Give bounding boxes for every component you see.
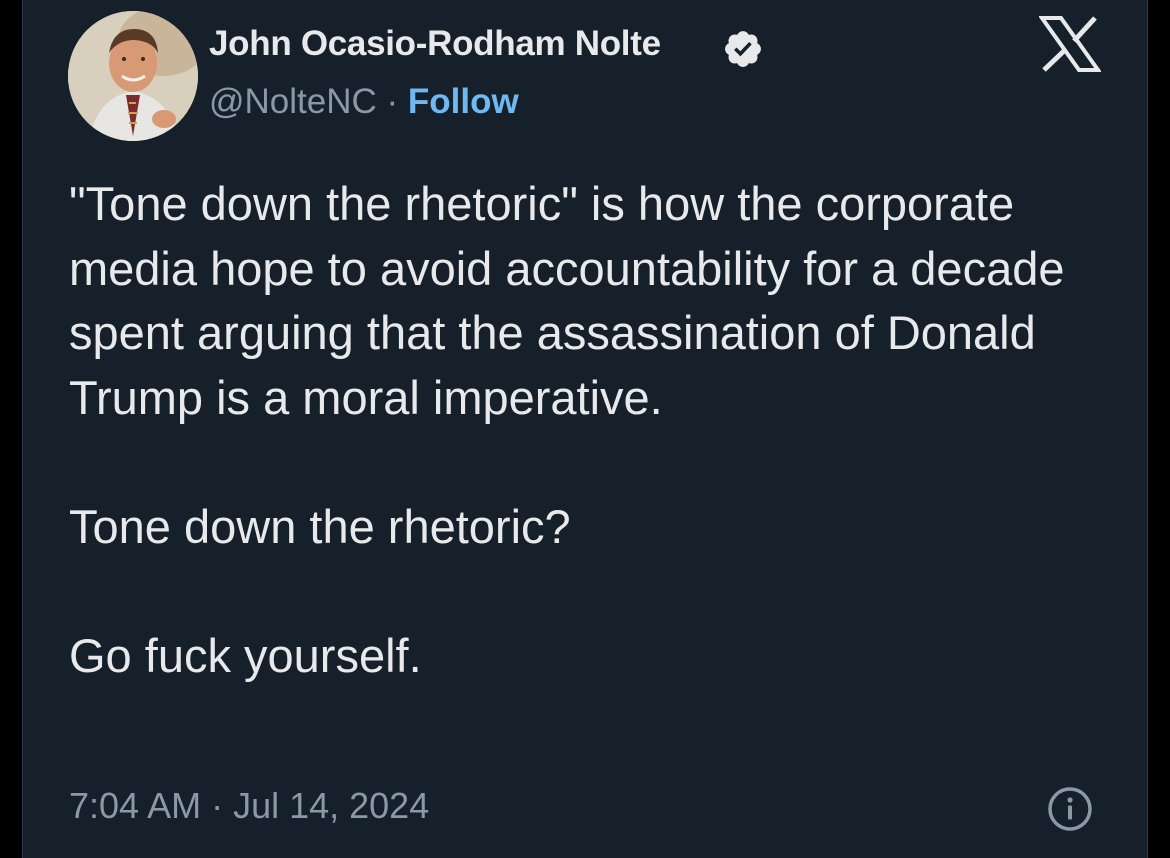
tweet-card: John Ocasio-Rodham Nolte @NolteNC · Foll…: [22, 0, 1148, 858]
author-handle[interactable]: @NolteNC: [209, 82, 377, 121]
handle-row: @NolteNC · Follow: [209, 82, 519, 122]
avatar-photo-icon: [68, 11, 198, 141]
follow-button[interactable]: Follow: [408, 82, 519, 121]
author-name[interactable]: John Ocasio-Rodham Nolte: [209, 24, 661, 64]
tweet-paragraph: Tone down the rhetoric?: [69, 499, 571, 553]
x-logo-icon[interactable]: [1039, 16, 1101, 72]
tweet-paragraph: "Tone down the rhetoric" is how the corp…: [69, 177, 1065, 424]
tweet-timestamp[interactable]: 7:04 AM · Jul 14, 2024: [69, 785, 429, 827]
tweet-body: "Tone down the rhetoric" is how the corp…: [69, 172, 1119, 688]
verified-badge-icon: [725, 31, 761, 67]
info-icon[interactable]: [1047, 786, 1093, 832]
author-avatar[interactable]: [68, 11, 198, 141]
tweet-paragraph: Go fuck yourself.: [69, 628, 422, 682]
handle-separator: ·: [386, 82, 399, 121]
